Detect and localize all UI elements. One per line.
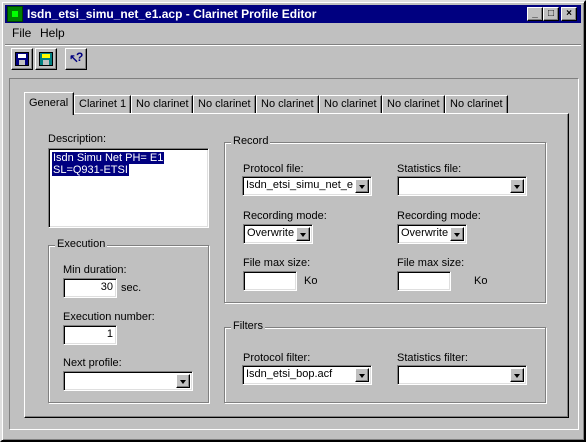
tab-no-clarinet-2[interactable]: No clarinet [193, 95, 256, 114]
context-help-icon: ↖? [69, 50, 84, 66]
recording-mode-label-statistics: Recording mode: [397, 210, 481, 222]
protocol-filter-combo[interactable]: Isdn_etsi_bop.acf [242, 365, 372, 385]
statistics-file-combo[interactable] [397, 176, 527, 196]
protocol-filter-value: Isdn_etsi_bop.acf [246, 368, 333, 380]
tab-clarinet-1[interactable]: Clarinet 1 [74, 95, 131, 114]
chevron-down-icon[interactable] [296, 227, 310, 241]
recording-mode-protocol-combo[interactable]: Overwrite [243, 224, 313, 244]
filters-group-title: Filters [231, 320, 265, 332]
record-group-title: Record [231, 135, 271, 147]
chevron-down-icon[interactable] [510, 179, 524, 193]
close-button[interactable]: × [561, 7, 577, 21]
execution-number-label: Execution number: [63, 311, 155, 323]
min-duration-input[interactable]: 30 [63, 278, 117, 298]
tab-no-clarinet-3[interactable]: No clarinet [256, 95, 319, 114]
minimize-button[interactable]: _ [527, 7, 543, 21]
tab-general[interactable]: General [24, 92, 74, 115]
title-bar[interactable]: Isdn_etsi_simu_net_e1.acp - Clarinet Pro… [5, 5, 581, 23]
statistics-filter-label: Statistics filter: [397, 352, 468, 364]
min-duration-label: Min duration: [63, 264, 127, 276]
description-textarea[interactable]: Isdn Simu Net PH= E1 SL=Q931-ETSI [48, 148, 209, 228]
save-as-icon [39, 52, 53, 66]
next-profile-label: Next profile: [63, 357, 122, 369]
tab-no-clarinet-1[interactable]: No clarinet [131, 95, 193, 114]
recording-mode-protocol-value: Overwrite [247, 227, 295, 239]
app-window: Isdn_etsi_simu_net_e1.acp - Clarinet Pro… [0, 0, 586, 442]
chevron-down-icon[interactable] [510, 368, 524, 382]
recording-mode-statistics-combo[interactable]: Overwrite [397, 224, 467, 244]
save-as-button[interactable] [35, 48, 57, 70]
tab-no-clarinet-6[interactable]: No clarinet [445, 95, 508, 114]
menu-help[interactable]: Help [40, 26, 65, 40]
protocol-file-label: Protocol file: [243, 163, 304, 175]
file-max-size-label-protocol: File max size: [243, 257, 311, 269]
description-label: Description: [48, 133, 107, 145]
execution-number-input[interactable]: 1 [63, 325, 117, 345]
file-max-size-protocol-input[interactable] [243, 271, 297, 291]
menu-file[interactable]: File [12, 26, 31, 40]
description-line-2: SL=Q931-ETSI [52, 164, 129, 176]
statistics-filter-combo[interactable] [397, 365, 527, 385]
menu-bar: File Help [5, 24, 581, 42]
save-button[interactable] [11, 48, 33, 70]
min-duration-unit: sec. [121, 282, 142, 294]
recording-mode-label-protocol: Recording mode: [243, 210, 327, 222]
file-max-size-statistics-unit: Ko [474, 275, 488, 287]
chevron-down-icon[interactable] [176, 374, 190, 388]
file-max-size-protocol-unit: Ko [304, 275, 318, 287]
tab-no-clarinet-4[interactable]: No clarinet [319, 95, 382, 114]
protocol-file-value: Isdn_etsi_simu_net_e [246, 179, 354, 191]
maximize-button[interactable]: □ [543, 7, 559, 21]
protocol-filter-label: Protocol filter: [243, 352, 311, 364]
statistics-file-label: Statistics file: [397, 163, 462, 175]
file-max-size-statistics-input[interactable] [397, 271, 451, 291]
description-line-1: Isdn Simu Net PH= E1 [52, 152, 165, 164]
recording-mode-statistics-value: Overwrite [401, 227, 449, 239]
toolbar: ↖? [5, 44, 581, 73]
tab-no-clarinet-5[interactable]: No clarinet [382, 95, 445, 114]
chevron-down-icon[interactable] [355, 368, 369, 382]
window-title: Isdn_etsi_simu_net_e1.acp - Clarinet Pro… [27, 7, 317, 21]
save-icon [15, 52, 29, 66]
file-max-size-label-statistics: File max size: [397, 257, 465, 269]
next-profile-combo[interactable] [63, 371, 193, 391]
chevron-down-icon[interactable] [450, 227, 464, 241]
app-icon [7, 6, 23, 22]
chevron-down-icon[interactable] [355, 179, 369, 193]
execution-group-title: Execution [55, 238, 108, 250]
protocol-file-combo[interactable]: Isdn_etsi_simu_net_e [242, 176, 372, 196]
context-help-button[interactable]: ↖? [65, 48, 87, 70]
